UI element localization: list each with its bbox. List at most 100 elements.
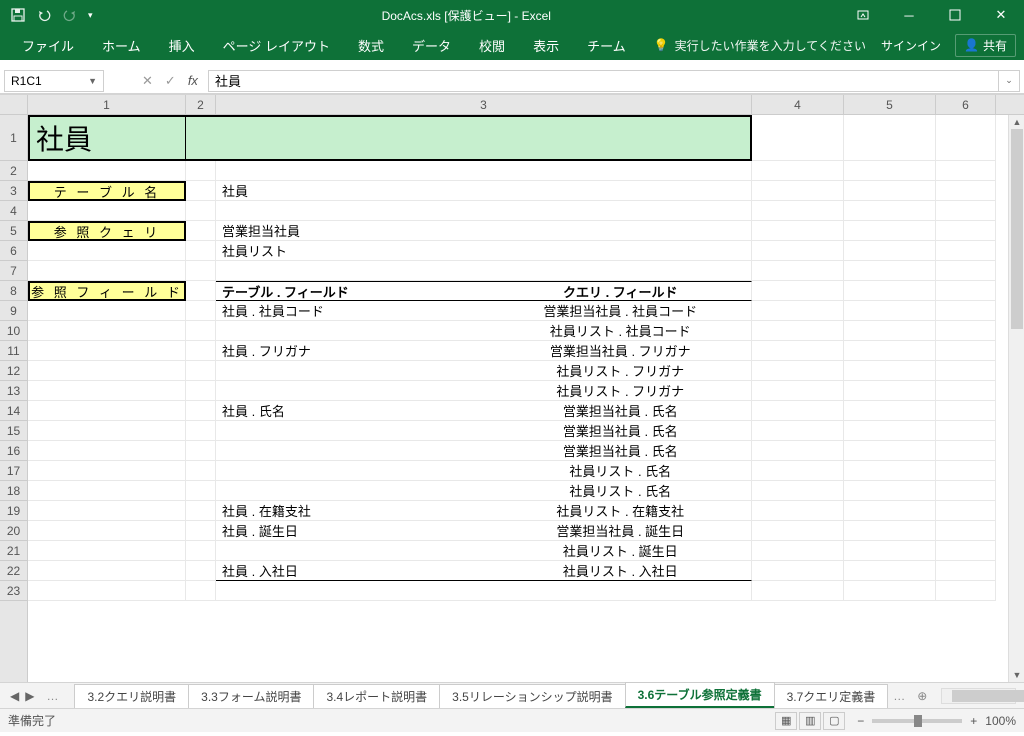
cell[interactable]	[752, 301, 844, 321]
cell[interactable]	[186, 381, 216, 401]
cell[interactable]	[28, 361, 186, 381]
tell-me-box[interactable]: 💡 実行したい作業を入力してください	[654, 37, 866, 54]
cell[interactable]	[844, 181, 936, 201]
ribbon-tab[interactable]: 校閲	[465, 30, 519, 60]
cell[interactable]	[186, 481, 216, 501]
cell[interactable]	[844, 481, 936, 501]
cell[interactable]	[216, 201, 752, 221]
cell[interactable]	[752, 541, 844, 561]
cell[interactable]	[28, 481, 186, 501]
cell[interactable]	[752, 421, 844, 441]
ribbon-tab[interactable]: データ	[398, 30, 465, 60]
cell[interactable]: 社員リスト	[216, 241, 752, 261]
ribbon-tab[interactable]: ファイル	[8, 30, 88, 60]
cell[interactable]	[186, 281, 216, 301]
row-header[interactable]: 15	[0, 421, 27, 441]
row-header[interactable]: 10	[0, 321, 27, 341]
cell[interactable]	[186, 261, 216, 281]
cell[interactable]	[936, 301, 996, 321]
sheet-more-icon[interactable]: …	[887, 689, 911, 703]
cell[interactable]	[936, 541, 996, 561]
horizontal-scrollbar[interactable]	[941, 688, 1016, 704]
cell[interactable]	[186, 421, 216, 441]
select-all-corner[interactable]	[0, 95, 28, 115]
sheet-tab[interactable]: 3.3フォーム説明書	[188, 684, 314, 708]
cell[interactable]	[752, 241, 844, 261]
cell[interactable]	[186, 221, 216, 241]
cell[interactable]	[844, 361, 936, 381]
minimize-button[interactable]: ─	[886, 0, 932, 30]
cell[interactable]	[936, 241, 996, 261]
cell[interactable]	[186, 201, 216, 221]
row-header[interactable]: 18	[0, 481, 27, 501]
field-data-row[interactable]: 社員リスト . 氏名	[216, 461, 752, 481]
sheet-tab[interactable]: 3.5リレーションシップ説明書	[439, 684, 625, 708]
field-data-row[interactable]: 社員リスト . 社員コード	[216, 321, 752, 341]
field-data-row[interactable]: 社員 . 社員コード営業担当社員 . 社員コード	[216, 301, 752, 321]
cell[interactable]	[752, 521, 844, 541]
row-header[interactable]: 2	[0, 161, 27, 181]
scroll-down-icon[interactable]: ▼	[1009, 668, 1024, 682]
cell[interactable]	[28, 441, 186, 461]
field-data-row[interactable]: 社員 . 在籍支社社員リスト . 在籍支社	[216, 501, 752, 521]
sheet-nav-more-icon[interactable]: …	[40, 689, 64, 703]
sheet-nav-prev-icon[interactable]: ◀	[10, 689, 19, 703]
sheet-tab[interactable]: 3.2クエリ説明書	[74, 684, 189, 708]
cell[interactable]	[186, 301, 216, 321]
row-header[interactable]: 19	[0, 501, 27, 521]
cell[interactable]	[844, 541, 936, 561]
cell[interactable]: 参 照 ク ェ リ	[28, 221, 186, 241]
cell[interactable]	[186, 441, 216, 461]
cell[interactable]	[186, 461, 216, 481]
cell[interactable]	[186, 521, 216, 541]
cell[interactable]	[186, 401, 216, 421]
cell[interactable]	[844, 441, 936, 461]
name-box-dropdown-icon[interactable]: ▼	[88, 76, 97, 86]
fx-icon[interactable]: fx	[188, 73, 198, 89]
save-icon[interactable]	[10, 7, 26, 23]
field-data-row[interactable]: 社員 . フリガナ営業担当社員 . フリガナ	[216, 341, 752, 361]
cell[interactable]	[752, 221, 844, 241]
cell[interactable]	[752, 561, 844, 581]
cell[interactable]	[186, 581, 216, 601]
row-header[interactable]: 1	[0, 115, 27, 161]
cell[interactable]	[936, 341, 996, 361]
sheet-tab[interactable]: 3.7クエリ定義書	[774, 684, 889, 708]
scroll-up-icon[interactable]: ▲	[1009, 115, 1024, 129]
cell[interactable]	[28, 301, 186, 321]
row-header[interactable]: 6	[0, 241, 27, 261]
cell[interactable]	[844, 381, 936, 401]
field-data-row[interactable]: 営業担当社員 . 氏名	[216, 421, 752, 441]
redo-icon[interactable]	[62, 7, 78, 23]
cell[interactable]	[844, 321, 936, 341]
cell[interactable]	[752, 321, 844, 341]
cell[interactable]	[28, 501, 186, 521]
cell[interactable]	[28, 581, 186, 601]
cell[interactable]: テ ー ブ ル 名	[28, 181, 186, 201]
ribbon-tab[interactable]: ホーム	[88, 30, 155, 60]
ribbon-tab[interactable]: 表示	[519, 30, 573, 60]
cell[interactable]	[844, 401, 936, 421]
field-data-row[interactable]: 社員リスト . フリガナ	[216, 381, 752, 401]
cell[interactable]	[28, 161, 186, 181]
cell[interactable]	[752, 261, 844, 281]
cell[interactable]	[28, 561, 186, 581]
cell[interactable]	[844, 501, 936, 521]
cell[interactable]	[844, 521, 936, 541]
maximize-button[interactable]	[932, 0, 978, 30]
cell[interactable]	[844, 161, 936, 181]
sheet-add-button[interactable]: ⊕	[911, 689, 933, 703]
signin-link[interactable]: サインイン	[881, 37, 941, 54]
cell[interactable]	[186, 361, 216, 381]
cell[interactable]	[216, 161, 752, 181]
cell[interactable]	[936, 181, 996, 201]
field-data-row[interactable]: 社員リスト . 誕生日	[216, 541, 752, 561]
cell[interactable]	[936, 401, 996, 421]
column-header[interactable]: 5	[844, 95, 936, 114]
ribbon-display-icon[interactable]	[840, 0, 886, 30]
cell[interactable]	[28, 521, 186, 541]
cell[interactable]	[936, 361, 996, 381]
column-header[interactable]: 1	[28, 95, 186, 114]
cell[interactable]	[752, 481, 844, 501]
cell[interactable]	[844, 241, 936, 261]
